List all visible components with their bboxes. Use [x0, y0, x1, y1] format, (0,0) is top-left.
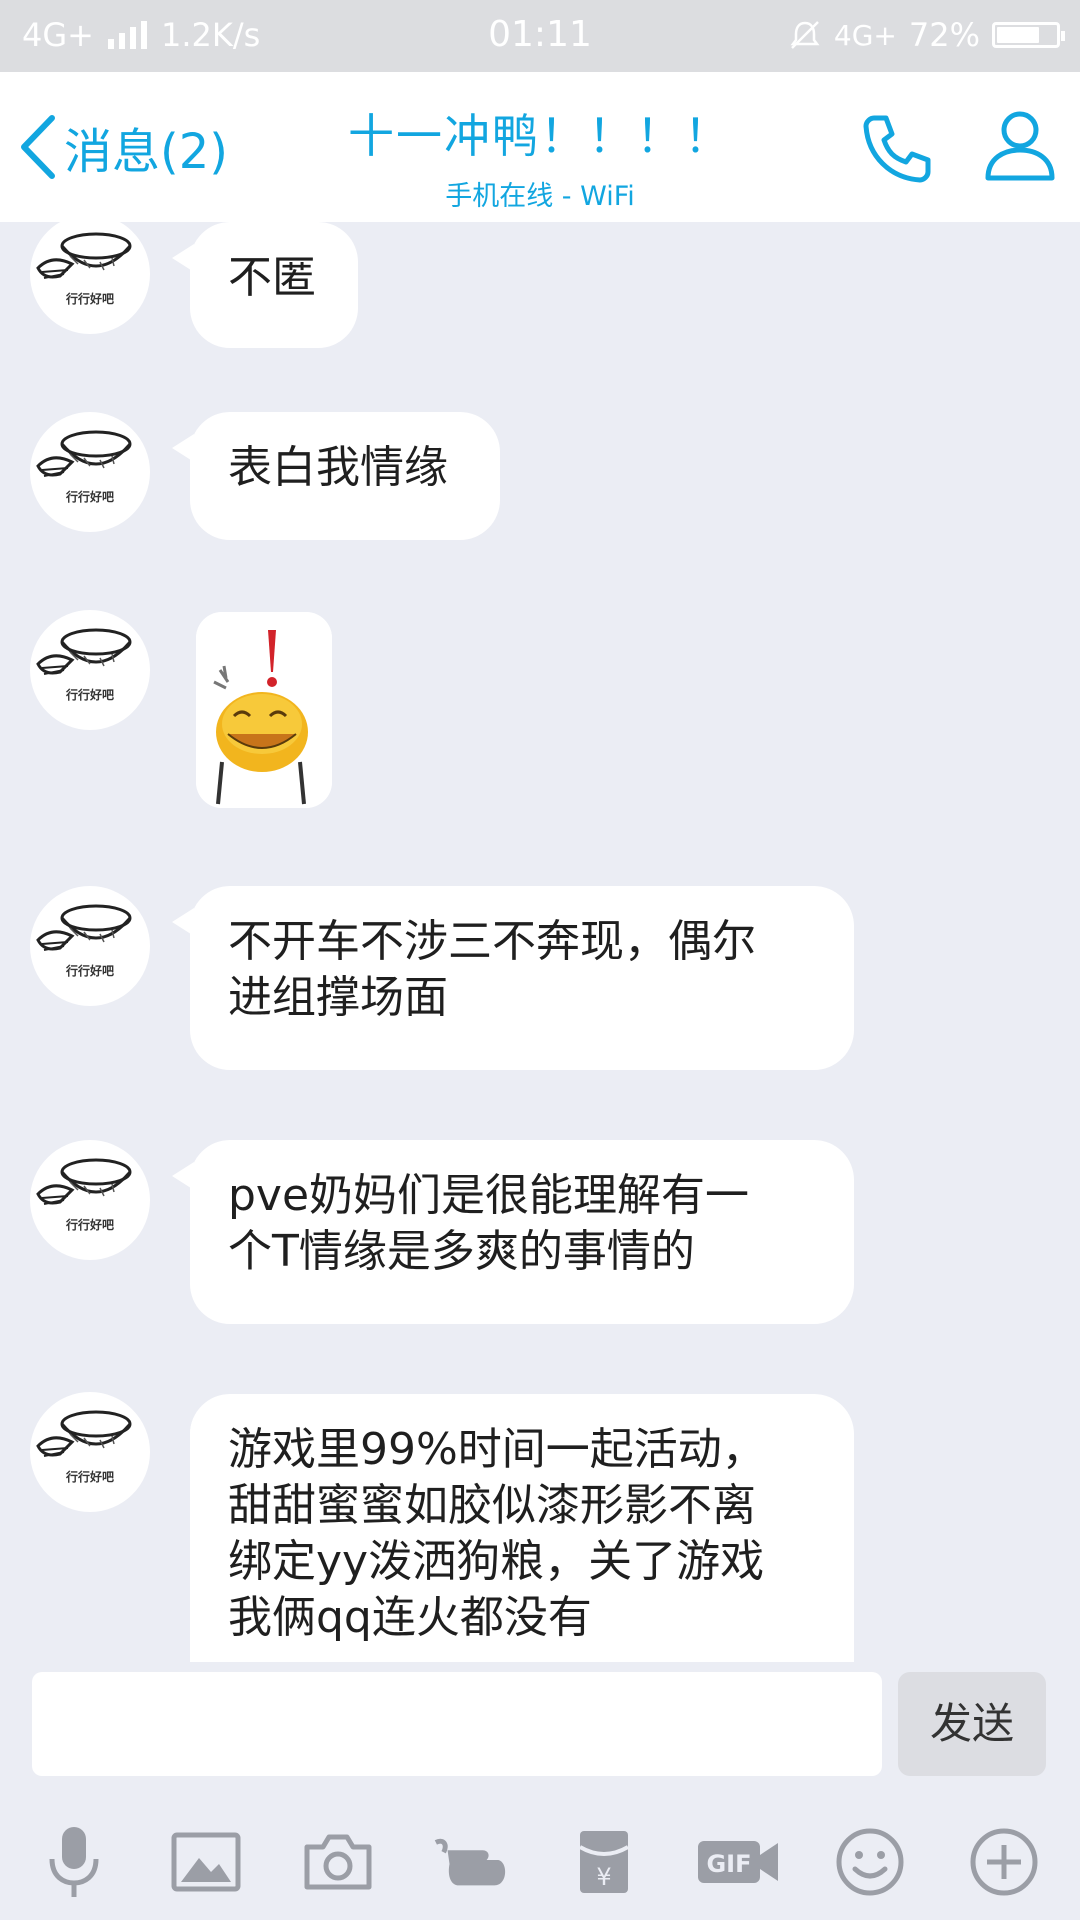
message-text-line: 甜甜蜜蜜如胶似漆形影不离	[228, 1480, 756, 1531]
message-text-line: 表白我情缘	[228, 442, 448, 493]
red-packet-icon[interactable]: ¥	[564, 1822, 644, 1902]
message-input[interactable]	[32, 1672, 882, 1776]
message-text-line: 个T情缘是多爽的事情的	[228, 1226, 695, 1277]
avatar[interactable]: 行行好吧	[30, 214, 150, 334]
gif-label: GIF	[706, 1850, 751, 1878]
avatar[interactable]: 行行好吧	[30, 1392, 150, 1512]
avatar-caption: 行行好吧	[65, 490, 114, 504]
message-bubble[interactable]: 不开车不涉三不奔现，偶尔 进组撑场面	[172, 886, 854, 1070]
input-toolbar: ¥ GIF	[0, 1822, 1080, 1912]
avatar[interactable]: 行行好吧	[30, 1140, 150, 1260]
message-text-line: 绑定yy泼洒狗粮，关了游戏	[228, 1536, 765, 1587]
avatar[interactable]: 行行好吧	[30, 412, 150, 532]
phone-icon	[863, 115, 931, 183]
avatar-caption: 行行好吧	[65, 292, 114, 306]
message-text-line: 不匿	[228, 252, 316, 303]
composer: 发送 ¥ GIF	[0, 1662, 1080, 1920]
alarm-off-icon	[790, 21, 820, 49]
red-packet-symbol: ¥	[596, 1863, 611, 1891]
message-bubble[interactable]: pve奶妈们是很能理解有一 个T情缘是多爽的事情的	[172, 1140, 854, 1324]
emoji-icon[interactable]	[830, 1822, 910, 1902]
send-button[interactable]: 发送	[898, 1672, 1046, 1776]
message-text-line: 我俩qq连火都没有	[228, 1592, 592, 1643]
avatar-caption: 行行好吧	[65, 1218, 114, 1232]
camera-icon[interactable]	[298, 1822, 378, 1902]
message-text-line: pve奶妈们是很能理解有一	[228, 1170, 750, 1221]
phone-call-button[interactable]	[860, 110, 936, 190]
profile-button[interactable]	[982, 106, 1058, 188]
battery-icon	[992, 22, 1065, 48]
avatar-caption: 行行好吧	[65, 964, 114, 978]
plus-icon[interactable]	[964, 1822, 1044, 1902]
status-bar: 4G+ 1.2K/s 01:11 4G+ 72%	[0, 0, 1080, 72]
poke-hand-icon[interactable]	[430, 1822, 510, 1902]
avatar-caption: 行行好吧	[65, 1470, 114, 1484]
network-type-right: 4G+	[833, 18, 897, 52]
message-bubble[interactable]: 不匿	[172, 222, 358, 348]
message-text-line: 游戏里99%时间一起活动，	[228, 1424, 766, 1475]
battery-percent: 72%	[908, 16, 980, 54]
message-bubble[interactable]: 游戏里99%时间一起活动， 甜甜蜜蜜如胶似漆形影不离 绑定yy泼洒狗粮，关了游戏 我俩…	[190, 1394, 854, 1662]
person-icon	[985, 111, 1055, 181]
chat-header: 消息(2) 十一冲鸭！！！！ 手机在线 - WiFi	[0, 72, 1080, 222]
message-bubble[interactable]: 表白我情缘	[172, 412, 500, 540]
image-icon[interactable]	[166, 1822, 246, 1902]
message-text-line: 进组撑场面	[228, 972, 448, 1023]
gif-icon[interactable]: GIF	[696, 1822, 780, 1902]
avatar-caption: 行行好吧	[65, 688, 114, 702]
avatar[interactable]: 行行好吧	[30, 610, 150, 730]
message-text-line: 不开车不涉三不奔现，偶尔	[228, 916, 756, 967]
laughing-emoji-sticker[interactable]	[196, 612, 332, 808]
microphone-icon[interactable]	[34, 1822, 114, 1902]
avatar[interactable]: 行行好吧	[30, 886, 150, 1006]
